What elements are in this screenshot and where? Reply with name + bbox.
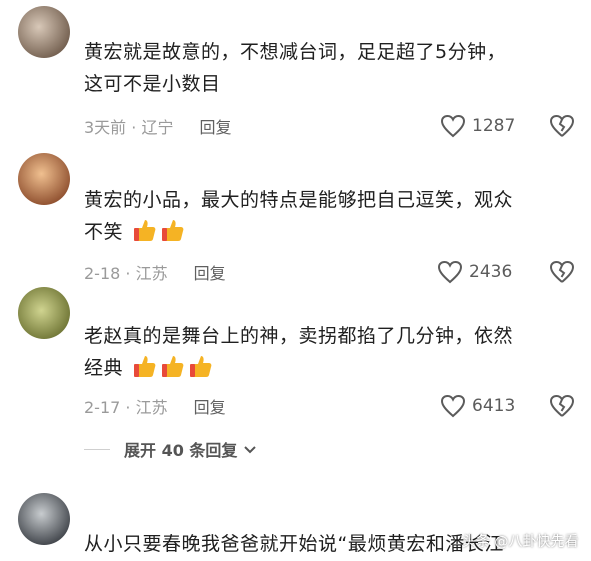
- reply-button[interactable]: 回复: [194, 260, 226, 284]
- comment-date-location: 2-18 · 江苏: [84, 264, 168, 283]
- like-count: 1287: [472, 116, 516, 136]
- comment-text-line: 经典: [84, 357, 124, 379]
- comment-date-location: 2-17 · 江苏: [84, 398, 168, 417]
- expand-replies-button[interactable]: 展开 40 条回复: [84, 437, 259, 461]
- chevron-down-icon: [244, 446, 257, 454]
- comment-text-line: 黄宏就是故意的，不想减台词，足足超了5分钟，: [84, 41, 507, 63]
- comment-text-line-with-emoji: 不笑: [84, 216, 574, 253]
- broken-heart-icon: [549, 394, 575, 417]
- thumbs-up-emoji: [188, 353, 214, 389]
- comment-text-line: 黄宏的小品，最大的特点是能够把自己逗笑，观众: [84, 189, 514, 211]
- heart-icon: [440, 114, 466, 138]
- avatar[interactable]: [18, 493, 70, 545]
- like-button[interactable]: 6413: [440, 394, 515, 418]
- comment-text-line: 这可不是小数目: [84, 73, 221, 95]
- avatar[interactable]: [18, 6, 70, 58]
- avatar[interactable]: [18, 287, 70, 339]
- dislike-button[interactable]: [549, 114, 575, 138]
- like-button[interactable]: 2436: [437, 260, 512, 284]
- like-count: 2436: [469, 262, 513, 282]
- heart-icon: [437, 260, 463, 284]
- watermark: 头条 @八卦快先看: [462, 534, 579, 550]
- like-count: 6413: [472, 396, 516, 416]
- comment-text-line: 不笑: [84, 221, 124, 243]
- comment-text-line-with-emoji: 经典: [84, 352, 574, 389]
- reply-button[interactable]: 回复: [194, 394, 226, 418]
- broken-heart-icon: [549, 260, 575, 283]
- reply-button[interactable]: 回复: [199, 114, 231, 138]
- broken-heart-icon: [549, 114, 575, 137]
- avatar[interactable]: [18, 153, 70, 205]
- thumbs-up-emoji: [132, 217, 158, 253]
- heart-icon: [440, 394, 466, 418]
- thumbs-up-emoji: [160, 217, 186, 253]
- dislike-button[interactable]: [549, 260, 575, 284]
- comment-text-line: 老赵真的是舞台上的神，卖拐都掐了几分钟，依然: [84, 325, 514, 347]
- thumbs-up-emoji: [160, 353, 186, 389]
- dislike-button[interactable]: [549, 394, 575, 418]
- comment-date-location: 3天前 · 辽宁: [84, 118, 174, 137]
- like-button[interactable]: 1287: [440, 114, 515, 138]
- thumbs-up-emoji: [132, 353, 158, 389]
- divider-line: [84, 448, 110, 450]
- expand-replies-label: 展开 40 条回复: [124, 441, 238, 460]
